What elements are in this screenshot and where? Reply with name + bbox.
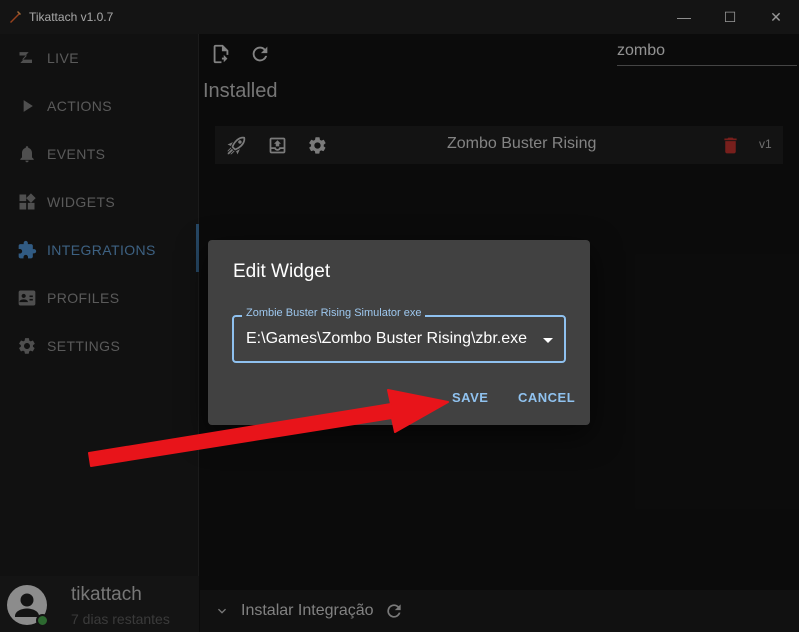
exe-path-select[interactable]: Zombie Buster Rising Simulator exe E:\Ga… [232,307,566,363]
field-label: Zombie Buster Rising Simulator exe [242,307,426,319]
edit-widget-dialog: Edit Widget Zombie Buster Rising Simulat… [208,240,590,425]
cancel-button[interactable]: CANCEL [518,390,575,405]
dialog-title: Edit Widget [233,261,331,282]
field-value: E:\Games\Zombo Buster Rising\zbr.exe [246,330,527,347]
dropdown-arrow-icon[interactable] [543,338,553,343]
save-button[interactable]: SAVE [452,390,488,405]
